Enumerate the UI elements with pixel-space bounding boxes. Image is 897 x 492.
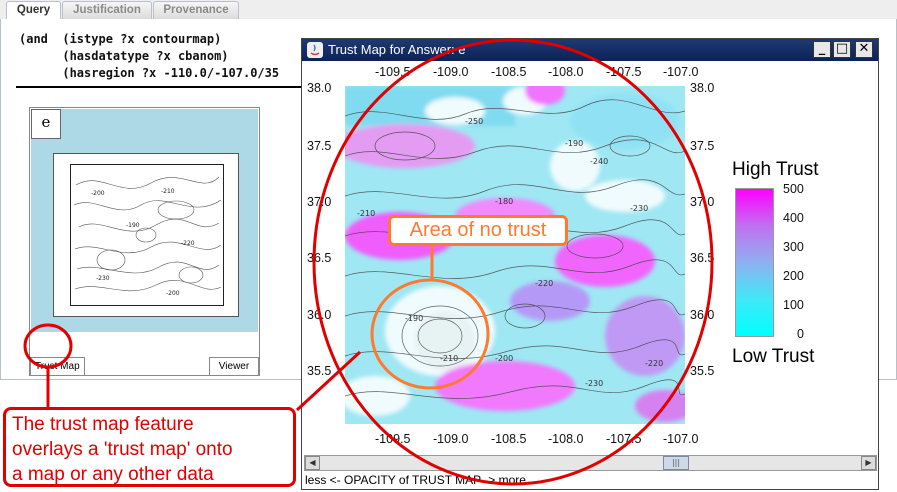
query-divider: [16, 86, 306, 88]
callout-line-3: a map or any other data: [12, 464, 214, 485]
window-titlebar[interactable]: Trust Map for Answer: e _ □ ✕: [302, 39, 878, 61]
legend-tick: 500: [783, 182, 804, 196]
result-card[interactable]: e -200 -210 -190 -220 -230 -200 Trust Ma…: [29, 107, 260, 376]
y-tick-left: 37.5: [307, 139, 332, 153]
no-trust-callout: Area of no trust: [388, 215, 568, 246]
close-button[interactable]: ✕: [855, 41, 873, 58]
legend-tick: 300: [783, 240, 804, 254]
y-tick-left: 35.5: [307, 364, 332, 378]
query-text: (and (istype ?x contourmap) (hasdatatype…: [19, 31, 279, 82]
trust-map-button[interactable]: Trust Map: [30, 357, 85, 376]
legend-color-bar: [735, 188, 774, 337]
x-tick-top: -109.0: [433, 65, 469, 79]
x-tick-top: -107.5: [606, 65, 642, 79]
result-map-panel: e -200 -210 -190 -220 -230 -200: [31, 109, 258, 332]
y-tick-left: 38.0: [307, 81, 332, 95]
window-title: Trust Map for Answer: e: [328, 42, 466, 57]
tab-justification[interactable]: Justification: [62, 1, 152, 19]
opacity-label: less <- OPACITY of TRUST MAP -> more: [305, 473, 526, 487]
x-tick-bottom: -107.0: [663, 432, 699, 446]
query-line-1: (and (istype ?x contourmap): [19, 32, 222, 46]
svg-text:-200: -200: [166, 290, 180, 297]
x-tick-top: -108.5: [491, 65, 527, 79]
contour-label: -240: [590, 157, 608, 166]
y-tick-right: 35.5: [690, 364, 715, 378]
x-tick-bottom: -108.5: [491, 432, 527, 446]
tab-provenance[interactable]: Provenance: [153, 1, 239, 19]
y-tick-right: 37.0: [690, 195, 715, 209]
y-tick-left: 36.5: [307, 251, 332, 265]
x-tick-top: -109.5: [375, 65, 411, 79]
contour-label: -250: [465, 117, 483, 126]
thumbnail-plot: -200 -210 -190 -220 -230 -200: [70, 164, 224, 306]
legend-high-label: High Trust: [732, 159, 819, 180]
maximize-button[interactable]: □: [833, 41, 851, 58]
trust-map-feature-callout: The trust map feature overlays a 'trust …: [3, 407, 296, 487]
x-tick-bottom: -108.0: [548, 432, 584, 446]
query-line-2: (hasdatatype ?x cbanom): [19, 49, 229, 63]
contour-label: -200: [495, 354, 513, 363]
y-tick-left: 37.0: [307, 195, 332, 209]
svg-text:-190: -190: [126, 222, 140, 229]
x-tick-top: -108.0: [548, 65, 584, 79]
trust-map-window[interactable]: Trust Map for Answer: e _ □ ✕ -250 -190 …: [301, 38, 879, 490]
svg-text:-210: -210: [161, 188, 175, 195]
thumbnail-contours: -200 -210 -190 -220 -230 -200: [73, 176, 222, 297]
scroll-right-arrow[interactable]: ▶: [861, 456, 876, 470]
result-label: e: [31, 109, 61, 139]
contour-map-thumbnail[interactable]: -200 -210 -190 -220 -230 -200: [53, 153, 239, 317]
opacity-slider-thumb[interactable]: |||: [663, 456, 689, 470]
java-icon: [307, 42, 323, 58]
y-tick-left: 36.0: [307, 308, 332, 322]
legend-tick: 400: [783, 211, 804, 225]
callout-line-1: The trust map feature: [12, 414, 194, 435]
contour-label: -190: [405, 314, 423, 323]
x-tick-top: -107.0: [663, 65, 699, 79]
tab-strip: Query Justification Provenance: [0, 0, 897, 20]
contour-label: -220: [535, 279, 553, 288]
tab-query[interactable]: Query: [6, 1, 61, 20]
contour-label: -230: [630, 204, 648, 213]
scroll-left-arrow[interactable]: ◀: [305, 456, 320, 470]
callout-line-2: overlays a 'trust map' onto: [12, 439, 233, 460]
contour-label: -210: [357, 209, 375, 218]
y-tick-right: 38.0: [690, 81, 715, 95]
x-tick-bottom: -107.5: [606, 432, 642, 446]
svg-text:-220: -220: [181, 240, 195, 247]
legend-low-label: Low Trust: [732, 346, 815, 367]
minimize-button[interactable]: _: [813, 41, 831, 58]
contour-label: -230: [585, 379, 603, 388]
y-tick-right: 36.5: [690, 251, 715, 265]
query-line-3: (hasregion ?x -110.0/-107.0/35: [19, 66, 280, 80]
x-tick-bottom: -109.5: [375, 432, 411, 446]
legend-tick: 200: [783, 269, 804, 283]
svg-text:-230: -230: [96, 275, 110, 282]
trust-map-canvas: -250 -190 -210 -180 -240 -230 -190 -220 …: [302, 61, 878, 456]
contour-label: -210: [440, 354, 458, 363]
legend-tick: 0: [797, 327, 804, 341]
viewer-button[interactable]: Viewer: [209, 357, 259, 376]
x-tick-bottom: -109.0: [433, 432, 469, 446]
opacity-slider[interactable]: ◀ ||| ▶: [304, 455, 877, 471]
contour-label: -180: [495, 197, 513, 206]
contour-label: -220: [645, 359, 663, 368]
y-tick-right: 37.5: [690, 139, 715, 153]
contour-label: -190: [565, 139, 583, 148]
trust-map-plot: -250 -190 -210 -180 -240 -230 -190 -220 …: [345, 86, 685, 424]
y-tick-right: 36.0: [690, 308, 715, 322]
svg-text:-200: -200: [91, 190, 105, 197]
legend-tick: 100: [783, 298, 804, 312]
